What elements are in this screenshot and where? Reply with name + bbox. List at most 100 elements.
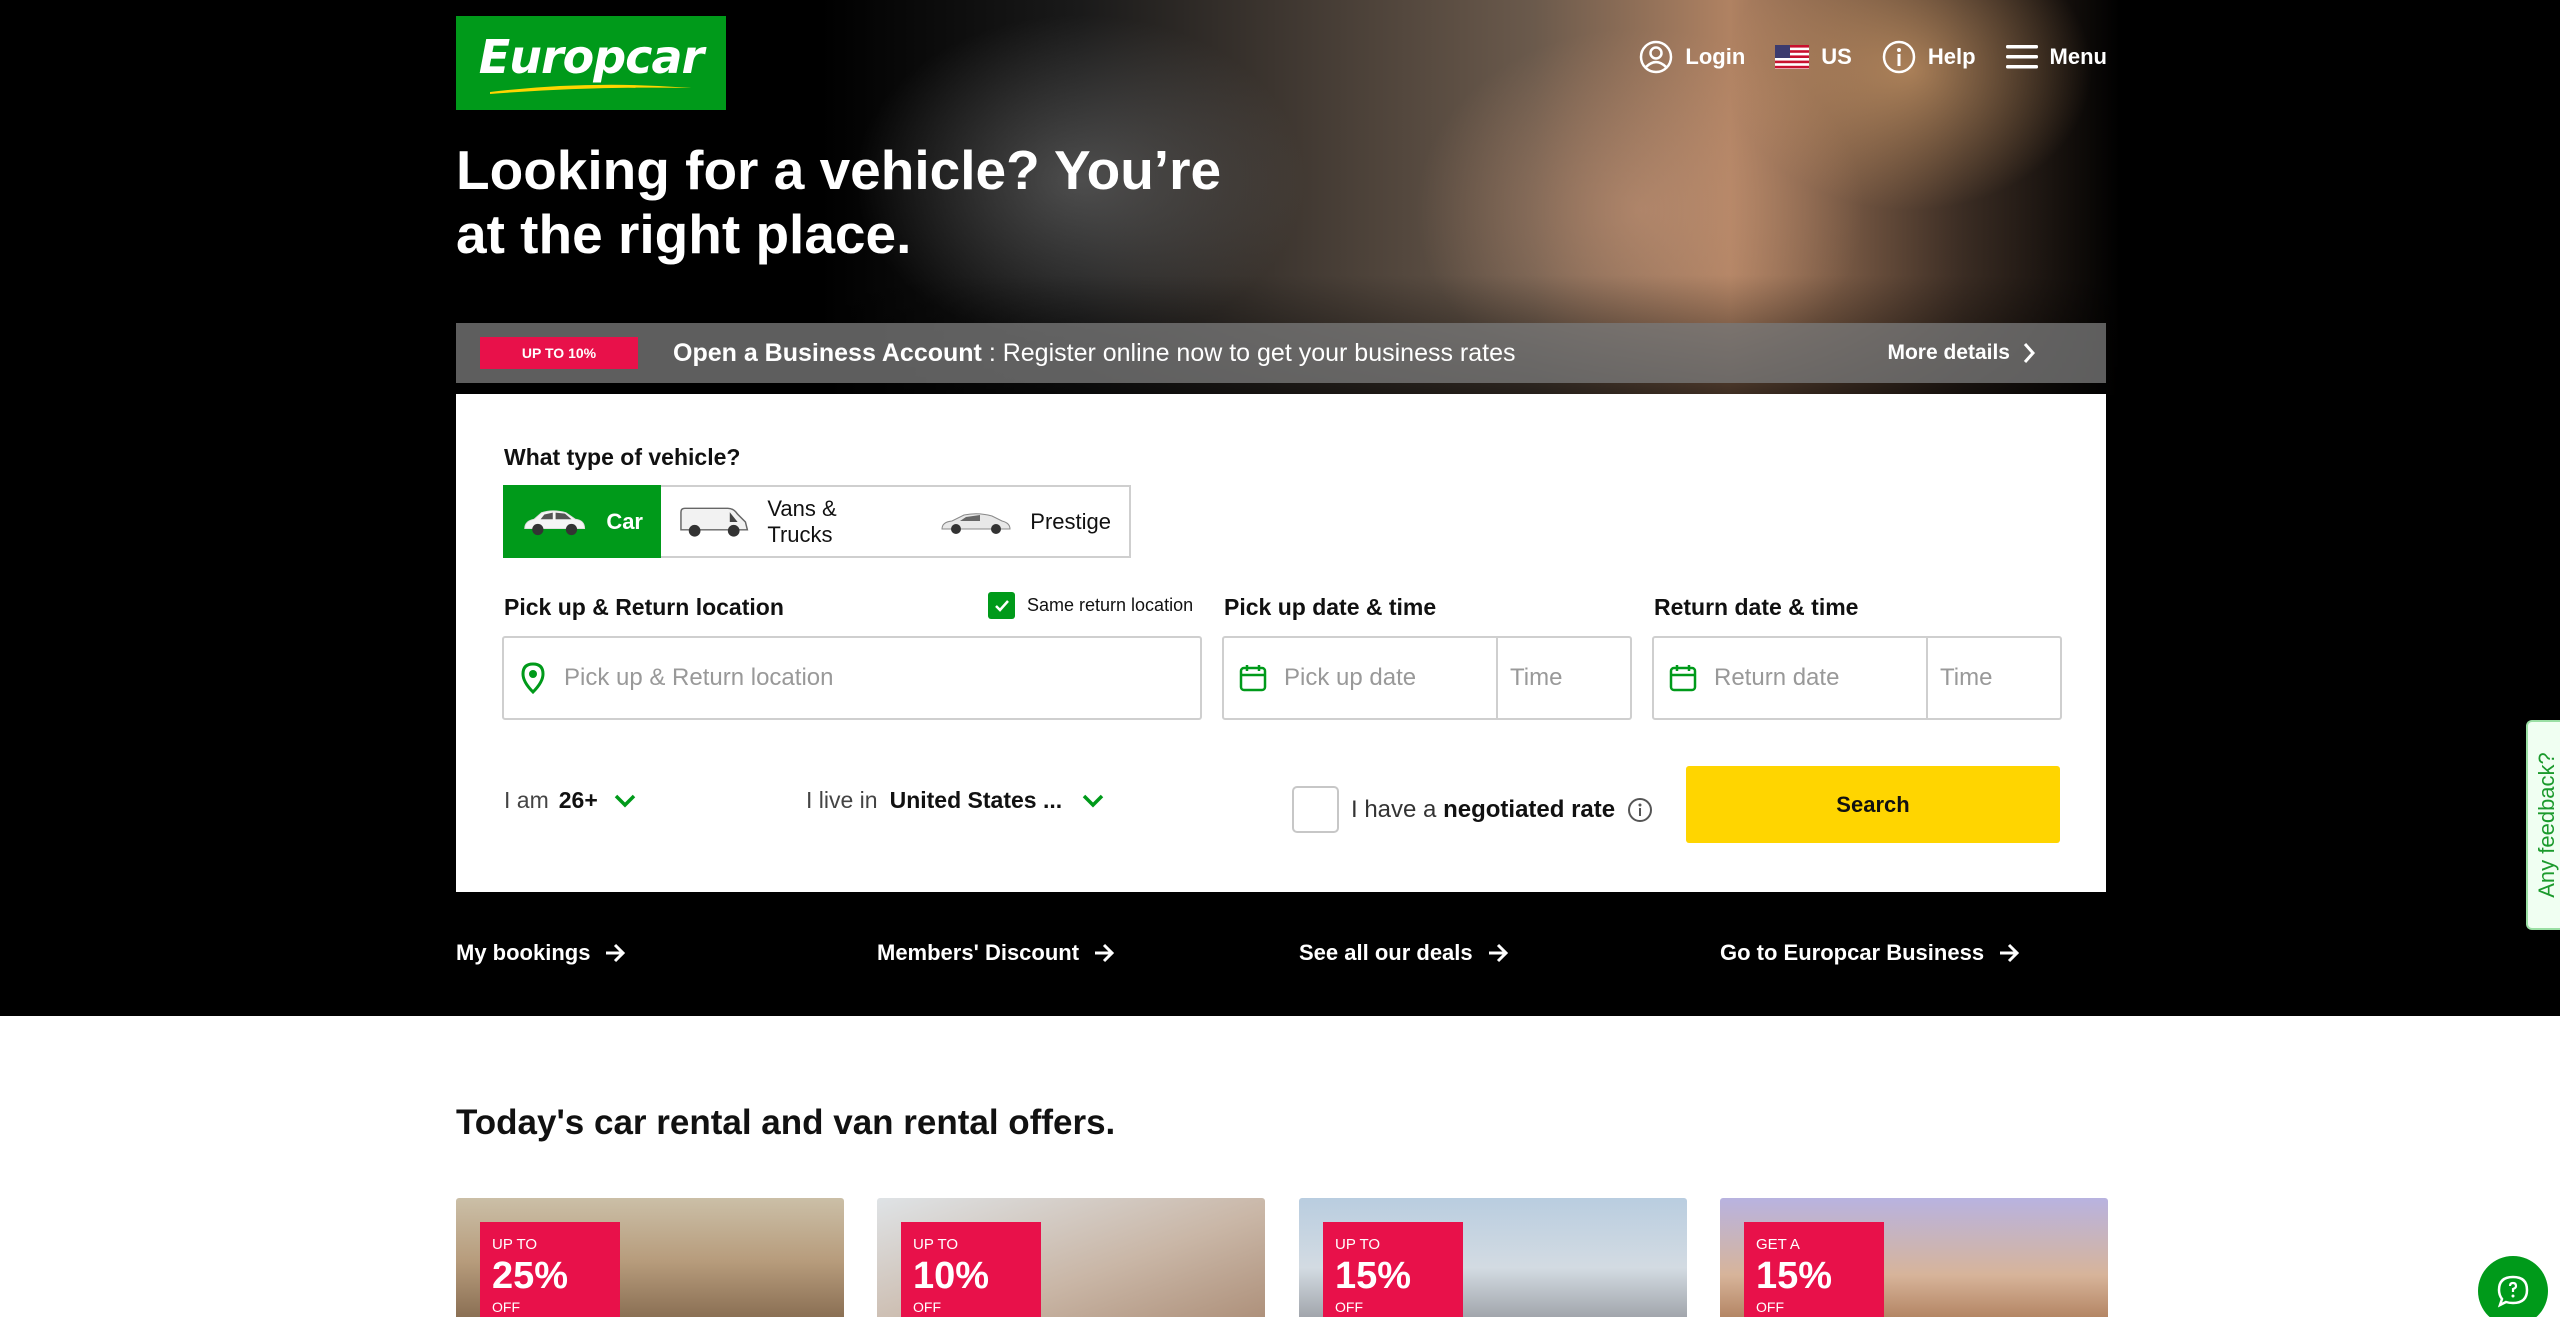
vehicle-type-car[interactable]: Car	[503, 485, 661, 558]
menu-label: Menu	[2049, 44, 2107, 69]
chevron-down-icon	[614, 794, 635, 807]
logo-text: Europcar	[478, 30, 704, 84]
location-pin-icon	[521, 662, 545, 694]
business-account-promo: UP TO 10% Open a Business Account : Regi…	[456, 323, 2106, 383]
europcar-business-link[interactable]: Go to Europcar Business	[1720, 940, 2020, 966]
members-discount-label: Members' Discount	[877, 940, 1080, 965]
vehicle-type-vans-trucks[interactable]: Vans & Trucks	[661, 487, 922, 556]
hero-title: Looking for a vehicle? You’re at the rig…	[456, 139, 1222, 265]
age-prefix: I am	[504, 787, 549, 813]
my-bookings-link[interactable]: My bookings	[456, 940, 626, 966]
residence-country-selector[interactable]: I live in United States ...	[806, 787, 1104, 814]
return-datetime-field: Return date Time	[1652, 636, 2062, 720]
offer-card[interactable]: UP TO 25% OFF	[456, 1198, 844, 1317]
login-link[interactable]: Login	[1639, 40, 1745, 74]
info-icon	[1882, 40, 1916, 74]
login-label: Login	[1685, 44, 1746, 69]
location-placeholder: Pick up & Return location	[564, 664, 834, 691]
vehicle-type-prestige-label: Prestige	[1030, 508, 1111, 534]
calendar-icon	[1669, 665, 1697, 692]
offer-badge-off: OFF	[492, 1299, 520, 1315]
top-navigation: Login US Help Menu	[1639, 40, 2107, 74]
offer-badge-off: OFF	[1335, 1299, 1363, 1315]
offer-card[interactable]: GET A 15% OFF	[1720, 1198, 2108, 1317]
more-details-label: More details	[1887, 341, 2010, 364]
europcar-logo[interactable]: Europcar	[456, 16, 726, 110]
hero-section: Europcar Login US Help Menu Looking for …	[0, 0, 2560, 1016]
chat-bubble-icon	[2497, 1275, 2529, 1308]
vehicle-type-label: What type of vehicle?	[504, 444, 741, 470]
help-label: Help	[1927, 44, 1976, 69]
all-deals-link[interactable]: See all our deals	[1299, 940, 1509, 966]
europcar-business-label: Go to Europcar Business	[1720, 940, 1985, 965]
offer-badge-off: OFF	[913, 1299, 941, 1315]
offer-badge-percent: 25%	[492, 1255, 569, 1297]
menu-button[interactable]: Menu	[2005, 43, 2107, 71]
search-button[interactable]: Search	[1686, 766, 2060, 843]
hamburger-menu-icon	[2005, 45, 2038, 69]
offer-badge-percent: 15%	[1335, 1255, 1412, 1297]
offer-badge-percent: 15%	[1756, 1255, 1833, 1297]
all-deals-label: See all our deals	[1299, 940, 1473, 965]
members-discount-link[interactable]: Members' Discount	[877, 940, 1115, 966]
info-icon[interactable]	[1627, 797, 1653, 823]
live-value: United States ...	[889, 787, 1063, 813]
feedback-tab[interactable]: Any feedback?	[2526, 720, 2560, 930]
calendar-icon	[1239, 665, 1267, 692]
arrow-right-icon	[1095, 943, 1115, 963]
same-return-label: Same return location	[1027, 595, 1194, 615]
arrow-right-icon	[606, 943, 626, 963]
return-date-input[interactable]: Return date	[1714, 664, 1839, 692]
chat-button[interactable]	[2478, 1256, 2548, 1317]
age-value: 26+	[558, 787, 598, 813]
offer-card[interactable]: UP TO 15% OFF	[1299, 1198, 1687, 1317]
country-selector[interactable]: US	[1775, 44, 1852, 70]
negotiated-rate-checkbox[interactable]	[1292, 786, 1339, 833]
prestige-car-icon	[941, 512, 1011, 534]
location-input[interactable]: Pick up & Return location	[502, 636, 1202, 720]
chevron-right-icon	[2023, 343, 2036, 363]
negotiated-rate-option: I have a negotiated rate	[1292, 786, 1653, 833]
logo-swoosh-icon	[490, 84, 692, 94]
vehicle-type-prestige[interactable]: Prestige	[922, 487, 1129, 556]
offer-badge: UP TO 10% OFF	[901, 1222, 1041, 1317]
promo-badge: UP TO 10%	[480, 337, 638, 369]
promo-text: Open a Business Account : Register onlin…	[673, 339, 1516, 368]
same-return-location-checkbox[interactable]: Same return location	[988, 592, 1193, 619]
offer-badge: GET A 15% OFF	[1744, 1222, 1884, 1317]
offers-title: Today's car rental and van rental offers…	[456, 1103, 1116, 1142]
offer-badge-pre: UP TO	[913, 1236, 959, 1253]
nego-label: I have a negotiated rate	[1351, 796, 1615, 824]
offer-badge-pre: GET A	[1756, 1236, 1800, 1253]
arrow-right-icon	[2000, 943, 2020, 963]
arrow-right-icon	[1488, 943, 1508, 963]
nego-bold: negotiated rate	[1443, 795, 1616, 823]
vehicle-type-car-label: Car	[606, 508, 643, 534]
offer-badge-percent: 10%	[913, 1255, 990, 1297]
chevron-down-icon	[1082, 794, 1104, 807]
checkbox-checked[interactable]	[988, 592, 1015, 619]
vehicle-type-selector: Car Vans & Trucks Prestige	[503, 485, 1131, 558]
us-flag-icon	[1775, 45, 1810, 69]
feedback-label: Any feedback?	[2534, 752, 2560, 898]
user-icon	[1640, 40, 1673, 74]
pickup-datetime-field: Pick up date Time	[1222, 636, 1632, 720]
return-time-input[interactable]: Time	[1940, 664, 1992, 692]
live-prefix: I live in	[806, 787, 878, 813]
country-label: US	[1821, 44, 1852, 69]
more-details-link[interactable]: More details	[1887, 341, 2036, 365]
pickup-time-input[interactable]: Time	[1510, 664, 1562, 692]
promo-title: Open a Business Account	[673, 338, 982, 367]
promo-description: : Register online now to get your busine…	[981, 338, 1516, 367]
age-selector[interactable]: I am 26+	[504, 787, 636, 814]
help-link[interactable]: Help	[1882, 40, 1976, 74]
van-icon	[680, 507, 749, 537]
return-label: Return date & time	[1654, 594, 1859, 620]
offer-card[interactable]: UP TO 10% OFF	[877, 1198, 1265, 1317]
nego-prefix: I have a	[1351, 795, 1437, 823]
search-panel: What type of vehicle? Car Vans & Trucks …	[456, 394, 2106, 892]
pickup-date-input[interactable]: Pick up date	[1284, 664, 1416, 692]
offer-badge: UP TO 25% OFF	[480, 1222, 620, 1317]
checkmark-icon	[994, 599, 1009, 612]
offer-badge-pre: UP TO	[492, 1236, 538, 1253]
